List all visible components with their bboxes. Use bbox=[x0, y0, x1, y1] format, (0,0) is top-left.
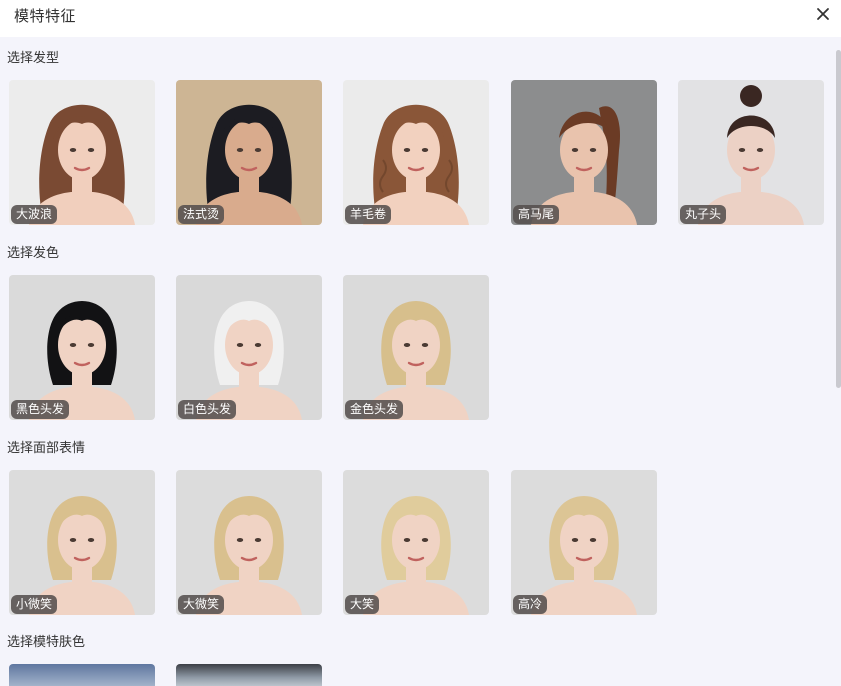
option-card[interactable]: 黑色头发 bbox=[9, 275, 155, 420]
option-label: 小微笑 bbox=[11, 595, 58, 614]
option-card[interactable]: 高马尾 bbox=[511, 80, 657, 225]
option-label: 高冷 bbox=[513, 595, 548, 614]
option-label: 丸子头 bbox=[680, 205, 727, 224]
option-card[interactable]: 法式烫 bbox=[176, 80, 322, 225]
portrait-image bbox=[511, 470, 657, 615]
option-label: 羊毛卷 bbox=[345, 205, 392, 224]
portrait-image bbox=[9, 275, 155, 420]
portrait-image bbox=[343, 275, 489, 420]
option-card[interactable]: 白色头发 bbox=[176, 275, 322, 420]
option-label: 法式烫 bbox=[178, 205, 225, 224]
portrait-image bbox=[9, 80, 155, 225]
option-card[interactable]: 丸子头 bbox=[678, 80, 824, 225]
portrait-image bbox=[343, 470, 489, 615]
dialog-title: 模特特征 bbox=[14, 8, 77, 25]
section-title: 选择发型 bbox=[7, 50, 60, 65]
option-card[interactable]: 高冷 bbox=[511, 470, 657, 615]
option-card[interactable]: 羊毛卷 bbox=[343, 80, 489, 225]
scrollbar[interactable] bbox=[836, 50, 841, 388]
option-label: 大微笑 bbox=[178, 595, 225, 614]
option-label: 高马尾 bbox=[513, 205, 560, 224]
skin-option-card[interactable] bbox=[9, 664, 155, 686]
portrait-image bbox=[9, 470, 155, 615]
content-area[interactable]: 选择发型 大波浪 法式烫 羊毛卷 高马尾 丸子头 选择发色 黑色头发 白色头发 … bbox=[0, 37, 841, 686]
section-title: 选择发色 bbox=[7, 245, 60, 260]
option-label: 大笑 bbox=[345, 595, 380, 614]
option-card[interactable]: 大微笑 bbox=[176, 470, 322, 615]
option-label: 金色头发 bbox=[345, 400, 404, 419]
skin-option-card[interactable] bbox=[176, 664, 322, 686]
option-label: 黑色头发 bbox=[11, 400, 70, 419]
portrait-image bbox=[678, 80, 824, 225]
portrait-image bbox=[176, 275, 322, 420]
option-card[interactable]: 金色头发 bbox=[343, 275, 489, 420]
section-title: 选择面部表情 bbox=[7, 440, 86, 455]
portrait-image bbox=[176, 470, 322, 615]
option-label: 大波浪 bbox=[11, 205, 58, 224]
option-card[interactable]: 大笑 bbox=[343, 470, 489, 615]
close-icon[interactable] bbox=[813, 4, 833, 24]
option-card[interactable]: 小微笑 bbox=[9, 470, 155, 615]
dialog-header: 模特特征 bbox=[0, 0, 841, 37]
portrait-image bbox=[511, 80, 657, 225]
section-title: 选择模特肤色 bbox=[7, 634, 86, 649]
portrait-image bbox=[343, 80, 489, 225]
portrait-image bbox=[176, 80, 322, 225]
option-card[interactable]: 大波浪 bbox=[9, 80, 155, 225]
option-label: 白色头发 bbox=[178, 400, 237, 419]
